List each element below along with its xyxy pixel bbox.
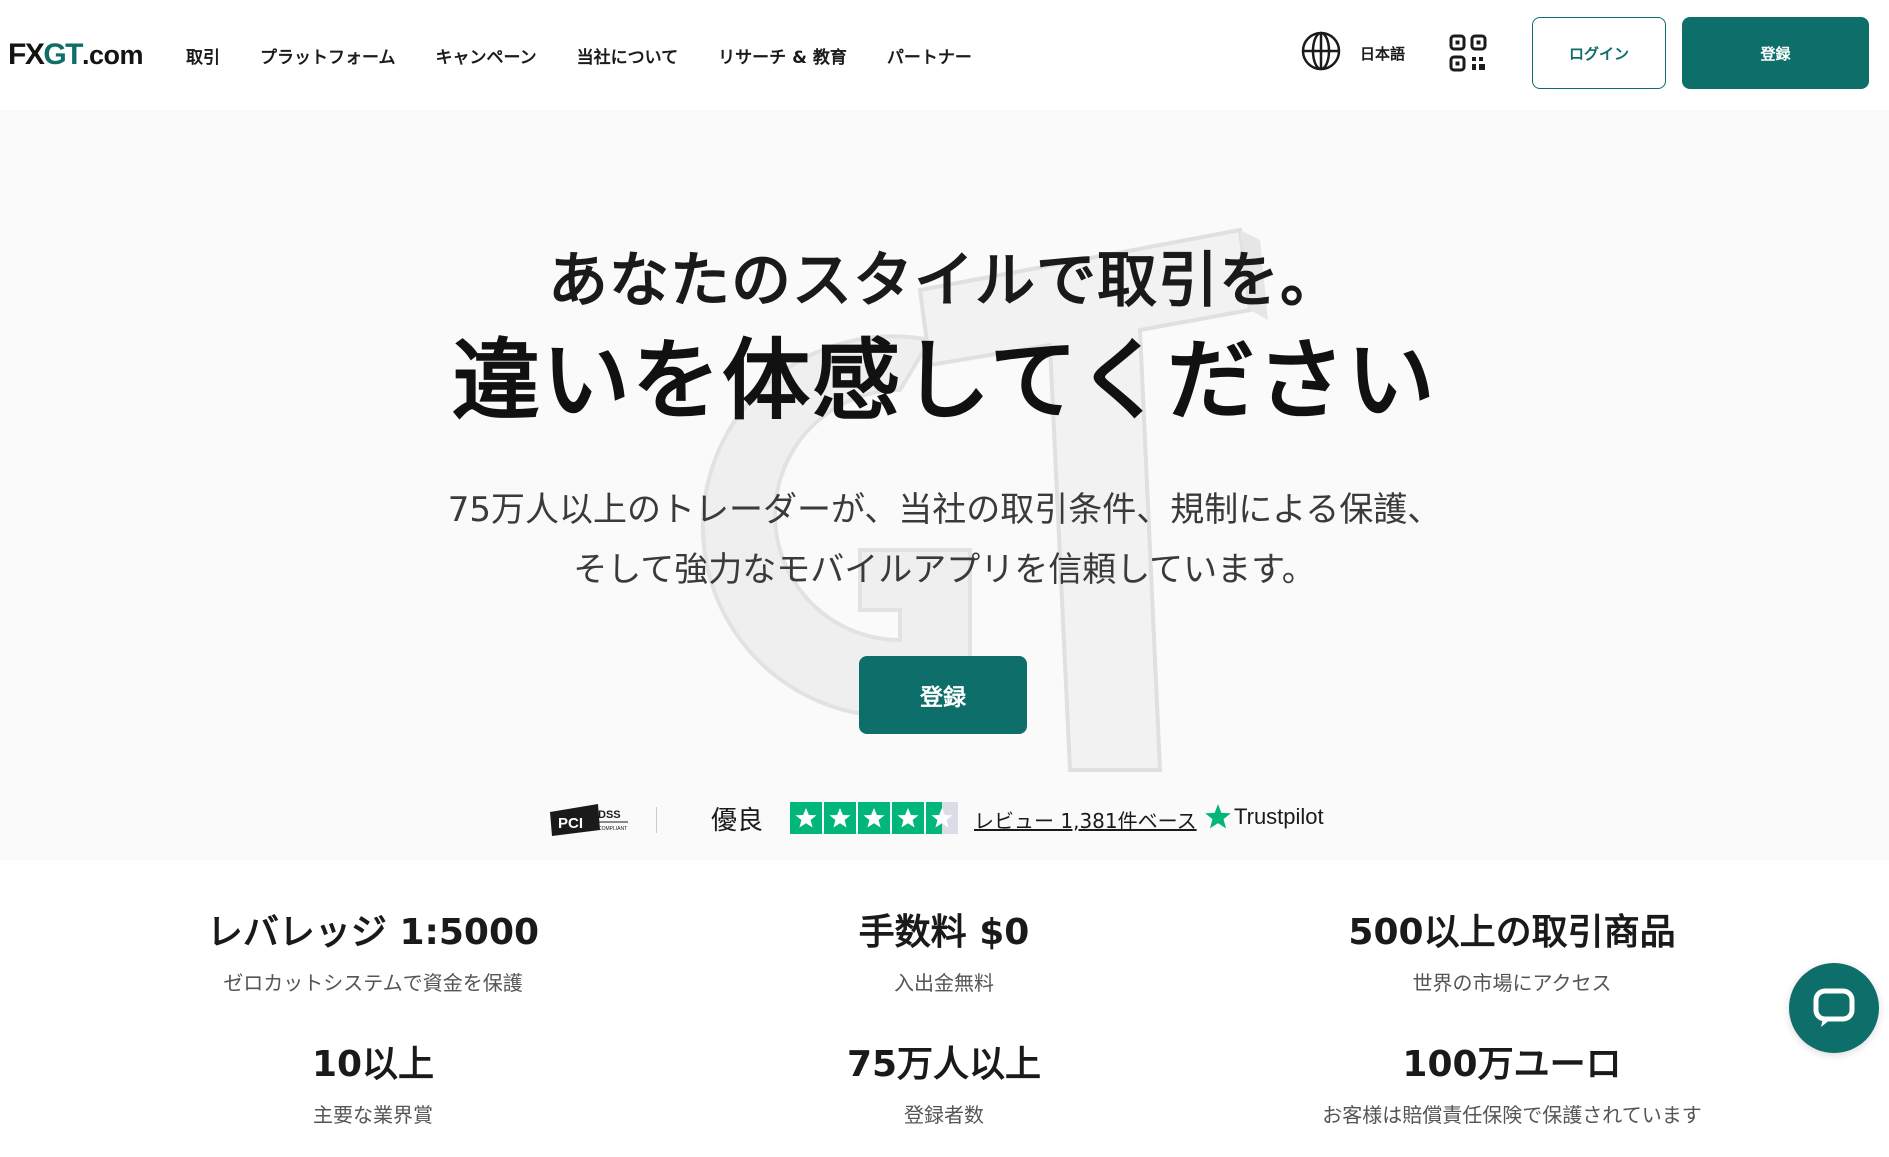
login-button[interactable]: ログイン — [1532, 17, 1666, 89]
stat-desc: 世界の市場にアクセス — [1412, 971, 1612, 995]
nav-item-research[interactable]: リサーチ & 教育 — [718, 43, 847, 68]
logo-fx: FX — [8, 38, 45, 71]
trustpilot-star-icon — [1205, 804, 1231, 829]
trust-divider — [656, 807, 657, 833]
trustpilot-stars — [790, 802, 958, 834]
stat-awards: 10以上 主要な業界賞 — [73, 1035, 673, 1128]
qr-code-icon[interactable] — [1449, 34, 1487, 72]
svg-text:PCI: PCI — [558, 815, 583, 832]
stat-title: レバレッジ 1:5000 — [206, 912, 540, 953]
nav-item-campaign[interactable]: キャンペーン — [436, 43, 537, 68]
trust-bar: PCI DSS COMPLIANT 優良 レビュー 1,381件ベース Trus… — [0, 790, 1889, 850]
chat-bubble-icon — [1813, 988, 1855, 1027]
trustpilot-logo[interactable]: Trustpilot — [1204, 802, 1324, 832]
logo-gt: GT — [43, 38, 83, 71]
stat-desc: ゼロカットシステムで資金を保護 — [223, 971, 523, 995]
hero-section: あなたのスタイルで取引を。 違いを体感してください 75万人以上のトレーダーが、… — [0, 110, 1889, 860]
stat-desc: 主要な業界賞 — [313, 1103, 433, 1127]
trustpilot-review-link[interactable]: レビュー 1,381件ベース — [974, 805, 1197, 834]
svg-text:COMPLIANT: COMPLIANT — [598, 826, 627, 832]
trustpilot-rating-label: 優良 — [711, 806, 764, 836]
stat-title: 500以上の取引商品 — [1348, 912, 1676, 953]
stat-leverage: レバレッジ 1:5000 ゼロカットシステムで資金を保護 — [73, 903, 673, 996]
stat-instruments: 500以上の取引商品 世界の市場にアクセス — [1212, 903, 1812, 996]
live-chat-button[interactable] — [1789, 963, 1879, 1053]
stat-insurance: 100万ユーロ お客様は賠償責任保険で保護されています — [1212, 1035, 1812, 1128]
hero-title-line2: 違いを体感してください — [452, 329, 1437, 432]
stat-title: 100万ユーロ — [1402, 1044, 1622, 1085]
pci-label-text: DSS — [598, 809, 621, 821]
language-label[interactable]: 日本語 — [1360, 43, 1405, 64]
star-icon — [858, 802, 890, 834]
star-icon — [824, 802, 856, 834]
nav-item-platform[interactable]: プラットフォーム — [260, 43, 396, 68]
main-nav: 取引 プラットフォーム キャンペーン 当社について リサーチ & 教育 パートナ… — [186, 43, 1012, 68]
register-button-header[interactable]: 登録 — [1682, 17, 1869, 89]
site-header: FX GT .com 取引 プラットフォーム キャンペーン 当社について リサーチ … — [0, 0, 1889, 110]
half-star-icon — [926, 802, 958, 834]
globe-icon[interactable] — [1300, 30, 1342, 72]
hero-title-line1: あなたのスタイルで取引を。 — [548, 246, 1341, 316]
fxgt-logo[interactable]: FX GT .com — [8, 38, 144, 72]
hero-subtitle-line1: 75万人以上のトレーダーが、当社の取引条件、規制による保護、 — [447, 490, 1442, 530]
stat-desc: 登録者数 — [904, 1103, 984, 1127]
star-icon — [790, 802, 822, 834]
logo-com: .com — [82, 40, 144, 70]
stat-title: 10以上 — [311, 1044, 435, 1085]
stat-desc: お客様は賠償責任保険で保護されています — [1322, 1103, 1702, 1127]
hero-register-button[interactable]: 登録 — [859, 656, 1027, 734]
stat-title: 75万人以上 — [846, 1044, 1042, 1085]
stat-desc: 入出金無料 — [894, 971, 994, 995]
nav-item-about[interactable]: 当社について — [577, 43, 679, 68]
hero-subtitle-line2: そして強力なモバイルアプリを信頼しています。 — [573, 550, 1316, 590]
star-icon — [892, 802, 924, 834]
nav-item-partner[interactable]: パートナー — [887, 43, 972, 68]
stat-users: 75万人以上 登録者数 — [644, 1035, 1244, 1128]
stat-fee: 手数料 $0 入出金無料 — [644, 903, 1244, 996]
stat-title: 手数料 $0 — [858, 912, 1030, 953]
pci-dss-logo: PCI DSS COMPLIANT — [550, 804, 628, 836]
trustpilot-label: Trustpilot — [1234, 804, 1324, 829]
nav-item-trading[interactable]: 取引 — [186, 43, 220, 68]
